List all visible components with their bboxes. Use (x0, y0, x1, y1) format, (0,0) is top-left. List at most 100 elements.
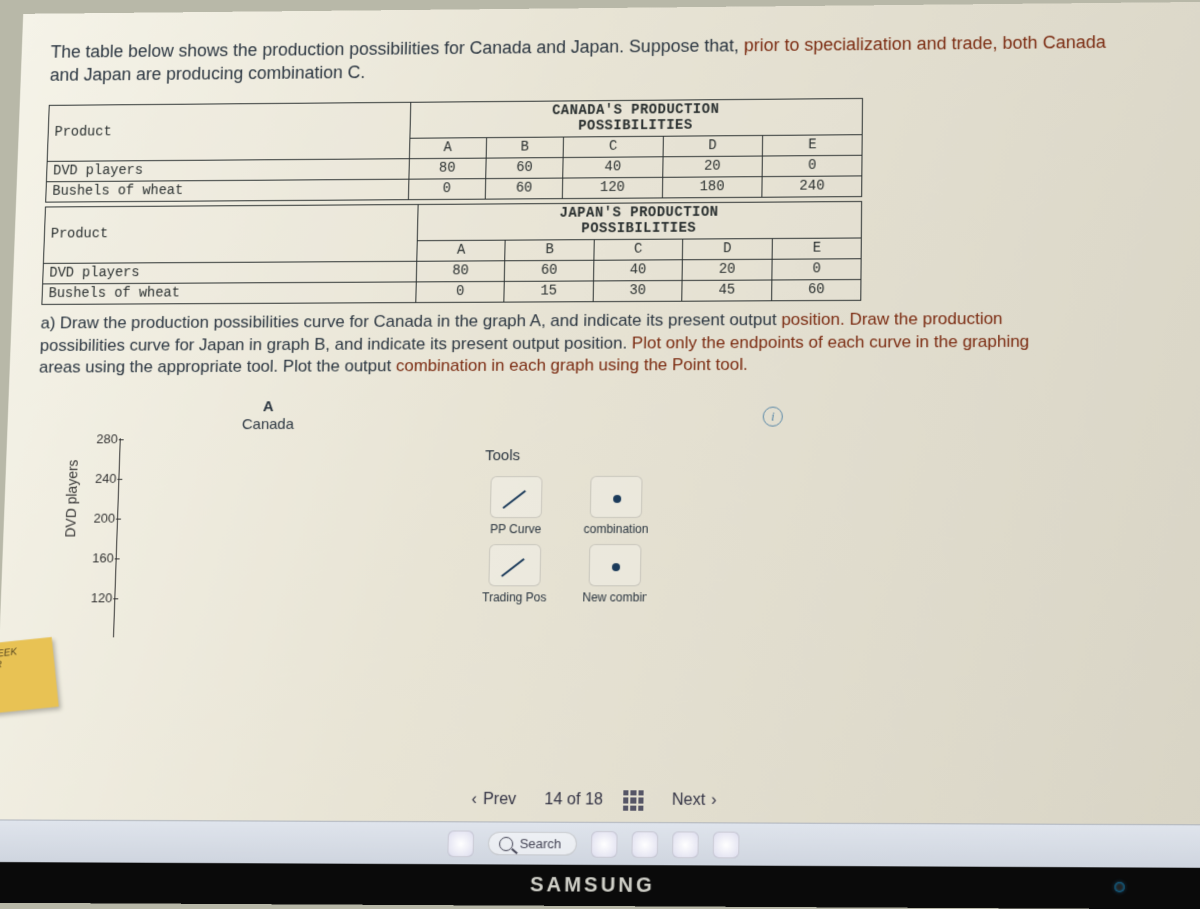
japan-col-e: E (772, 238, 862, 259)
graph-a-title: A Canada (115, 398, 422, 435)
tool-new-combination[interactable]: New combina (582, 544, 647, 604)
info-icon[interactable]: i (763, 407, 783, 427)
japan-col-d: D (683, 238, 772, 259)
japan-col-b: B (505, 239, 594, 260)
canada-row0-label: DVD players (46, 158, 409, 181)
cell: 40 (563, 156, 663, 177)
canada-table: Product CANADA'S PRODUCTION POSSIBILITIE… (45, 98, 863, 203)
canada-col-a: A (409, 137, 486, 158)
prev-label: Prev (483, 791, 517, 809)
tool-trading-possibilities[interactable]: Trading Possi (482, 545, 547, 605)
cell: 45 (682, 280, 772, 301)
ytick: 160 (74, 551, 114, 566)
tool-label: combination (583, 522, 647, 536)
prompt-2b: Plot only the endpoints of each curve in… (632, 331, 1030, 352)
tools-palette: Tools PP Curve combination Trading Possi (482, 447, 725, 613)
intro-text-1: The table below shows the production pos… (50, 36, 744, 62)
canada-caption: CANADA'S PRODUCTION POSSIBILITIES (409, 98, 862, 138)
counter-of: of (567, 791, 581, 808)
cell: 60 (486, 157, 564, 178)
graph-a-canvas[interactable]: DVD players 280 240 200 160 120 (93, 438, 446, 658)
intro-highlight: prior to specialization and trade, both … (744, 32, 1106, 55)
cell: 0 (772, 258, 862, 279)
japan-caption-l2: POSSIBILITIES (581, 220, 696, 236)
graph-a-subtitle: Canada (242, 416, 294, 433)
start-button[interactable] (448, 830, 475, 857)
japan-col-c: C (594, 239, 683, 260)
cell: 180 (662, 176, 762, 197)
japan-caption: JAPAN'S PRODUCTION POSSIBILITIES (417, 201, 862, 240)
japan-row1-label: Bushels of wheat (42, 282, 416, 305)
tool-pp-curve[interactable]: PP Curve (483, 476, 548, 536)
prompt-2a: possibilities curve for Japan in graph B… (40, 333, 632, 354)
point-icon (590, 476, 643, 518)
taskbar-app[interactable] (590, 831, 617, 858)
canada-caption-l1: CANADA'S PRODUCTION (552, 102, 719, 119)
next-button[interactable]: Next › (663, 787, 725, 814)
canada-col-d: D (663, 135, 763, 156)
monitor-bezel: SAMSUNG (0, 862, 1200, 909)
japan-table: Product JAPAN'S PRODUCTION POSSIBILITIES… (41, 201, 862, 305)
cell: 0 (408, 178, 486, 199)
taskbar-app[interactable] (631, 831, 658, 858)
monitor-brand: SAMSUNG (530, 874, 655, 897)
search-icon (499, 836, 513, 850)
prev-button[interactable]: ‹ Prev (463, 787, 524, 814)
question-intro: The table below shows the production pos… (49, 29, 1186, 87)
cell: 0 (762, 155, 862, 176)
canada-row1-label: Bushels of wheat (46, 179, 409, 202)
cell: 40 (593, 259, 682, 280)
canada-col-e: E (762, 134, 862, 155)
cell: 240 (762, 176, 862, 197)
cell: 15 (504, 281, 593, 302)
power-led-icon (1114, 882, 1124, 892)
line-icon (490, 476, 543, 518)
ytick: 200 (75, 511, 115, 526)
question-counter: 14 of 18 (544, 791, 603, 810)
cell: 20 (662, 156, 762, 177)
japan-product-header: Product (43, 204, 418, 263)
japan-row0-label: DVD players (43, 261, 417, 284)
ytick: 120 (73, 591, 113, 606)
cell: 60 (771, 279, 861, 300)
cell: 20 (682, 259, 772, 280)
ytick: 240 (77, 471, 117, 486)
tool-label: PP Curve (483, 522, 547, 536)
cell: 60 (485, 178, 563, 199)
taskbar-app[interactable] (672, 831, 699, 858)
tools-title: Tools (485, 447, 725, 465)
grid-icon[interactable] (623, 790, 644, 811)
prompt-1b: position. Draw the production (781, 309, 1002, 329)
line-icon (488, 545, 541, 587)
search-placeholder: Search (520, 836, 562, 852)
taskbar-search[interactable]: Search (488, 832, 577, 856)
cell: 120 (563, 177, 663, 198)
cell: 80 (409, 158, 487, 179)
next-label: Next (672, 791, 706, 810)
tool-label: Trading Possi (482, 591, 546, 605)
tool-label: New combina (582, 591, 647, 605)
question-prompt: a) Draw the production possibilities cur… (39, 307, 1188, 380)
intro-text-2: and Japan are producing combination C. (50, 63, 366, 85)
japan-caption-l1: JAPAN'S PRODUCTION (559, 205, 718, 222)
taskbar-app[interactable] (712, 831, 739, 858)
counter-current: 14 (544, 791, 562, 808)
tool-combination[interactable]: combination (583, 476, 648, 536)
cell: 60 (505, 260, 594, 281)
canada-col-c: C (563, 136, 663, 157)
question-nav: ‹ Prev 14 of 18 Next › (0, 785, 1200, 816)
prompt-3a: areas using the appropriate tool. Plot t… (39, 357, 396, 377)
sticky-note: WEEK TR (0, 637, 59, 714)
prompt-1a: a) Draw the production possibilities cur… (40, 310, 781, 332)
japan-col-a: A (417, 240, 506, 261)
ytick: 280 (78, 432, 118, 447)
canada-caption-l2: POSSIBILITIES (578, 118, 693, 135)
table-row: Bushels of wheat 0 15 30 45 60 (42, 279, 862, 304)
chevron-right-icon: › (711, 792, 717, 810)
prompt-3b: combination in each graph using the Poin… (396, 355, 748, 375)
chevron-left-icon: ‹ (471, 791, 477, 809)
windows-taskbar[interactable]: Search (0, 819, 1200, 867)
point-icon (589, 544, 642, 586)
canada-product-header: Product (47, 102, 410, 161)
graph-a-letter: A (263, 399, 274, 416)
